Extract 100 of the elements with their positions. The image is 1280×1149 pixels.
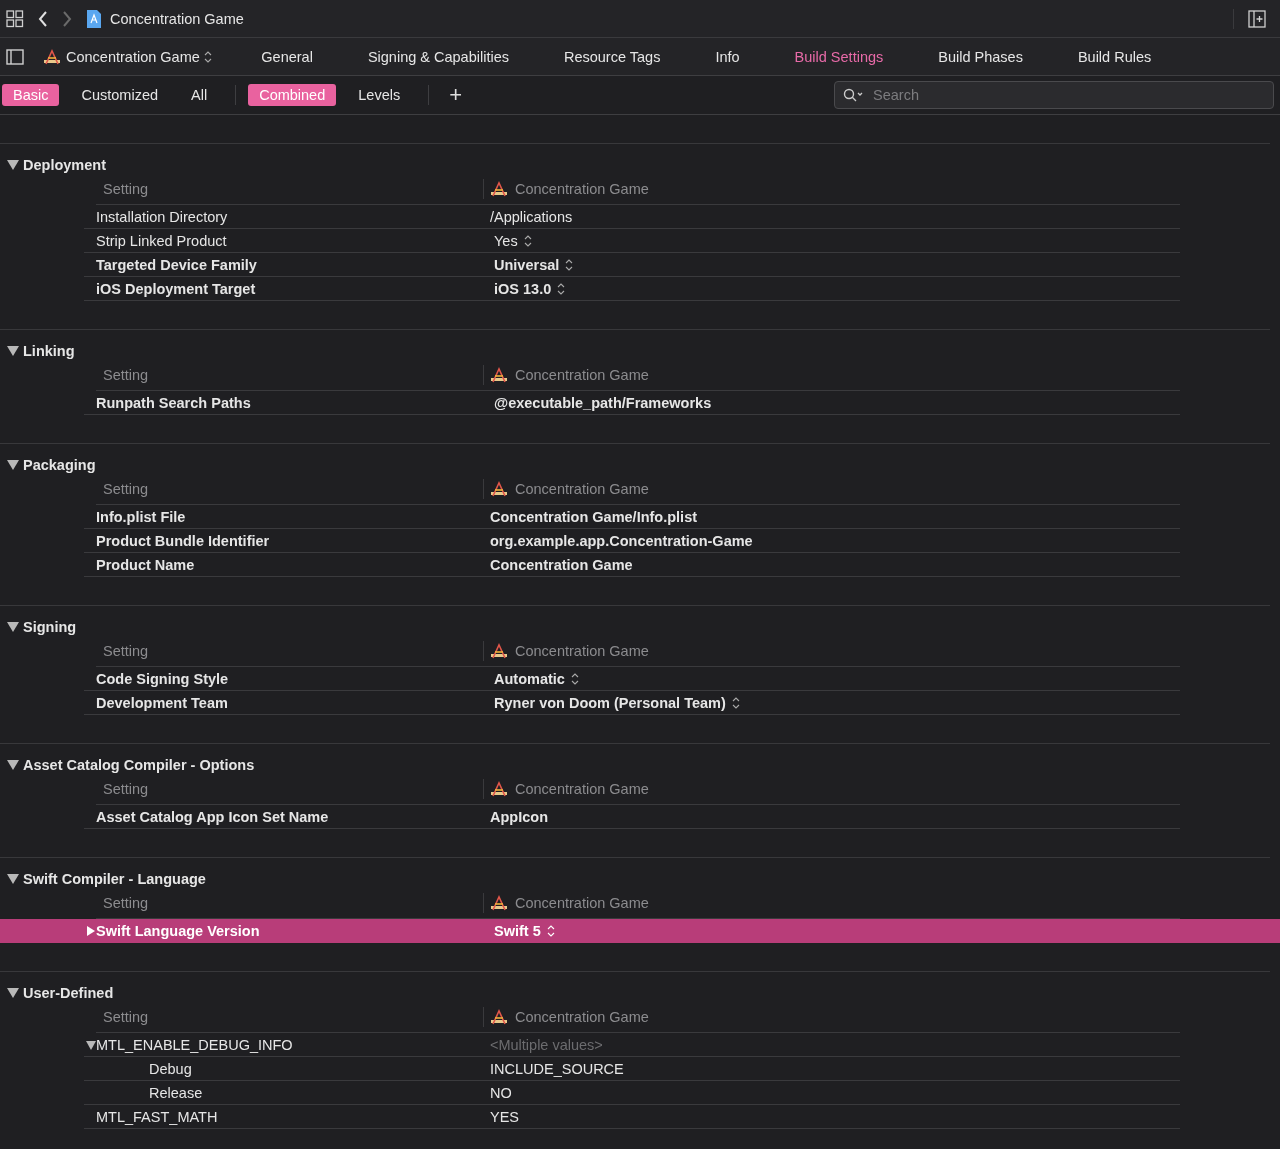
forward-icon[interactable] [62,10,72,27]
search-field[interactable]: Search [834,81,1274,109]
disclosure-triangle-icon[interactable] [7,760,19,770]
editor-tab[interactable]: General [233,48,341,65]
search-icon [843,88,865,102]
setting-row[interactable]: iOS Deployment Target iOS 13.0 [84,277,1180,301]
disclosure-triangle-icon[interactable] [7,622,19,632]
column-header: Concentration Game [515,1009,649,1025]
setting-row[interactable]: Development Team Ryner von Doom (Personal Team) [84,691,1180,715]
column-header: Setting [102,895,150,911]
disclosure-triangle-icon[interactable] [7,346,19,356]
setting-value: Concentration Game/Info.plist [490,508,698,525]
setting-name: Targeted Device Family [96,256,257,273]
column-header: Setting [102,643,150,659]
setting-name: Strip Linked Product [96,232,227,249]
column-header: Concentration Game [515,481,649,497]
app-tool-icon [489,181,509,197]
disclosure-triangle-icon[interactable] [86,925,96,936]
sidebar-icon[interactable] [6,48,24,65]
setting-name: Debug [149,1060,192,1077]
setting-name: iOS Deployment Target [96,280,256,297]
setting-row[interactable]: Product Bundle Identifier org.example.app.Concentration-Game [84,529,1180,553]
grid-icon[interactable] [6,9,24,28]
setting-value: Yes [494,232,518,249]
editor-tab[interactable]: Resource Tags [536,48,688,65]
column-header: Setting [102,367,150,383]
editor-tab[interactable]: Build Phases [910,48,1051,65]
setting-value: <Multiple values> [490,1036,603,1053]
setting-value: /Applications [490,208,573,225]
setting-row[interactable]: Swift Language Version Swift 5 [0,919,1280,943]
setting-name: Runpath Search Paths [96,394,251,411]
column-header: Concentration Game [515,895,649,911]
app-tool-icon [489,895,509,911]
column-header: Concentration Game [515,181,649,197]
disclosure-triangle-icon[interactable] [86,1039,96,1050]
scope-tab[interactable]: Customized [70,84,170,106]
section-title: Packaging [23,457,96,473]
scope-tab[interactable]: All [180,84,219,106]
editor-tab[interactable]: Build Settings [767,48,911,65]
setting-name: Asset Catalog App Icon Set Name [96,808,329,825]
editor-tab[interactable]: Build Rules [1050,48,1179,65]
setting-row[interactable]: Installation Directory /Applications [84,205,1180,229]
back-icon[interactable] [38,10,48,27]
column-header: Concentration Game [515,367,649,383]
column-header: Setting [102,181,150,197]
section-title: Deployment [23,157,106,173]
app-tool-icon [489,643,509,659]
setting-row[interactable]: Strip Linked Product Yes [84,229,1180,253]
setting-row[interactable]: Info.plist File Concentration Game/Info.plist [84,505,1180,529]
target-selector[interactable]: Concentration Game [42,48,212,65]
setting-value: AppIcon [490,808,548,825]
add-editor-icon[interactable] [1248,9,1266,28]
setting-name: Info.plist File [96,508,186,525]
disclosure-triangle-icon[interactable] [7,874,19,884]
app-tool-icon [489,781,509,797]
disclosure-triangle-icon[interactable] [7,988,19,998]
column-header: Setting [102,481,150,497]
setting-value: @executable_path/Frameworks [494,394,712,411]
setting-row[interactable]: Targeted Device Family Universal [84,253,1180,277]
setting-row[interactable]: MTL_FAST_MATH YES [84,1105,1180,1129]
column-header: Concentration Game [515,643,649,659]
setting-value: Ryner von Doom (Personal Team) [494,694,726,711]
column-header: Concentration Game [515,781,649,797]
setting-row[interactable]: Asset Catalog App Icon Set Name AppIcon [84,805,1180,829]
editor-tab[interactable]: Info [687,48,768,65]
setting-value: iOS 13.0 [494,280,552,297]
setting-row[interactable]: MTL_ENABLE_DEBUG_INFO <Multiple values> [84,1033,1180,1057]
setting-value: YES [490,1108,519,1125]
setting-row[interactable]: Debug INCLUDE_SOURCE [84,1057,1180,1081]
document-icon [86,8,102,29]
app-tool-icon [489,367,509,383]
column-header: Setting [102,1009,150,1025]
stepper-icon[interactable] [565,258,574,271]
editor-tab[interactable]: Signing & Capabilities [340,48,537,65]
setting-row[interactable]: Release NO [84,1081,1180,1105]
setting-name: MTL_ENABLE_DEBUG_INFO [96,1036,293,1053]
stepper-icon[interactable] [523,234,532,247]
stepper-icon[interactable] [557,282,566,295]
setting-value: Concentration Game [490,556,633,573]
section-title: Swift Compiler - Language [23,871,206,887]
setting-name: Installation Directory [96,208,228,225]
setting-value: Swift 5 [494,922,541,939]
view-tab[interactable]: Levels [347,84,412,106]
stepper-icon[interactable] [570,672,579,685]
disclosure-triangle-icon[interactable] [7,160,19,170]
window-title: Concentration Game [110,10,244,27]
setting-value: org.example.app.Concentration-Game [490,532,753,549]
setting-value: Universal [494,256,560,273]
section-title: User-Defined [23,985,114,1001]
disclosure-triangle-icon[interactable] [7,460,19,470]
setting-value: Automatic [494,670,565,687]
section-title: Signing [23,619,77,635]
setting-name: Code Signing Style [96,670,229,687]
setting-row[interactable]: Product Name Concentration Game [84,553,1180,577]
setting-row[interactable]: Code Signing Style Automatic [84,667,1180,691]
add-button[interactable]: + [441,82,471,108]
app-tool-icon [489,1009,509,1025]
setting-row[interactable]: Runpath Search Paths @executable_path/Frameworks [84,391,1180,415]
stepper-icon[interactable] [731,696,740,709]
setting-name: MTL_FAST_MATH [96,1108,218,1125]
